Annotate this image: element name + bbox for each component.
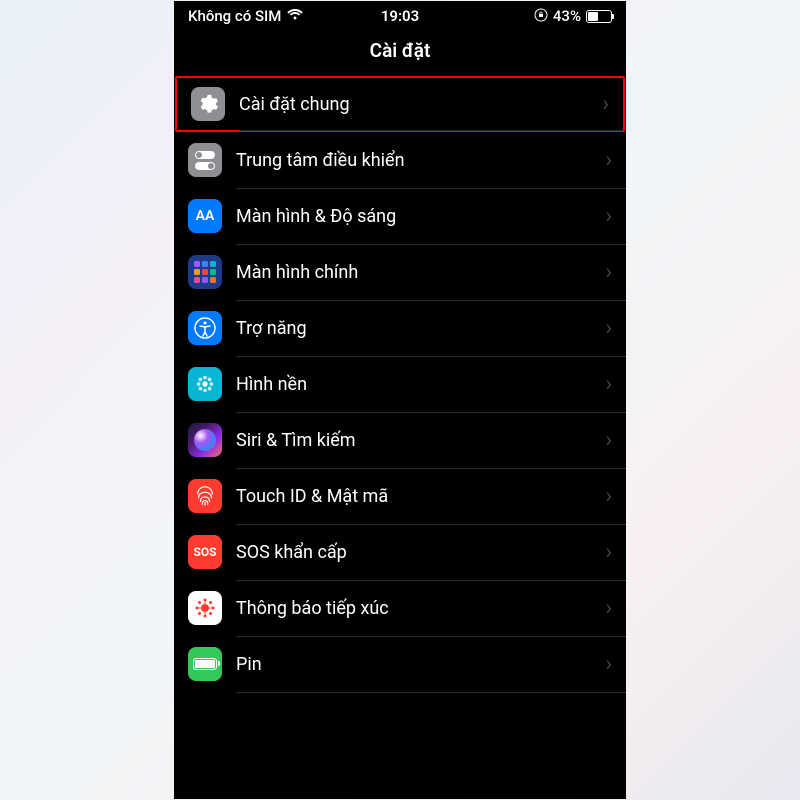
row-label: Màn hình chính: [236, 262, 605, 283]
settings-row-wallpaper[interactable]: Hình nền ›: [174, 356, 626, 412]
chevron-right-icon: ›: [605, 316, 612, 341]
exposure-icon: [188, 591, 222, 625]
row-label: Touch ID & Mật mã: [236, 486, 605, 507]
control-center-icon: [188, 143, 222, 177]
wallpaper-icon: [188, 367, 222, 401]
carrier-text: Không có SIM: [188, 7, 281, 25]
settings-row-display[interactable]: AA Màn hình & Độ sáng ›: [174, 188, 626, 244]
settings-row-home-screen[interactable]: Màn hình chính ›: [174, 244, 626, 300]
chevron-right-icon: ›: [605, 148, 612, 173]
wifi-icon: [287, 7, 303, 25]
phone-screen: Không có SIM 19:03 43% Cài đặt Cài đặt c…: [174, 1, 626, 799]
battery-percentage: 43%: [553, 7, 581, 25]
orientation-lock-icon: [534, 8, 548, 25]
row-label: Pin: [236, 654, 605, 675]
accessibility-icon: [188, 311, 222, 345]
home-screen-icon: [188, 255, 222, 289]
page-title: Cài đặt: [174, 31, 626, 76]
gear-icon: [191, 87, 225, 121]
row-label: Trợ năng: [236, 318, 605, 339]
battery-icon: [586, 10, 612, 23]
chevron-right-icon: ›: [605, 260, 612, 285]
sos-icon: SOS: [188, 535, 222, 569]
touch-id-icon: [188, 479, 222, 513]
status-right: 43%: [534, 7, 612, 25]
row-label: SOS khẩn cấp: [236, 542, 605, 563]
siri-icon: [188, 423, 222, 457]
chevron-right-icon: ›: [605, 484, 612, 509]
chevron-right-icon: ›: [605, 372, 612, 397]
chevron-right-icon: ›: [605, 540, 612, 565]
settings-row-sos[interactable]: SOS SOS khẩn cấp ›: [174, 524, 626, 580]
row-label: Cài đặt chung: [239, 94, 602, 115]
chevron-right-icon: ›: [602, 92, 609, 117]
display-icon: AA: [188, 199, 222, 233]
settings-row-control-center[interactable]: Trung tâm điều khiển ›: [174, 132, 626, 188]
battery-row-icon: [188, 647, 222, 681]
chevron-right-icon: ›: [605, 428, 612, 453]
row-label: Thông báo tiếp xúc: [236, 598, 605, 619]
chevron-right-icon: ›: [605, 204, 612, 229]
chevron-right-icon: ›: [605, 596, 612, 621]
settings-row-siri[interactable]: Siri & Tìm kiếm ›: [174, 412, 626, 468]
row-label: Trung tâm điều khiển: [236, 150, 605, 171]
settings-row-touch-id[interactable]: Touch ID & Mật mã ›: [174, 468, 626, 524]
settings-row-general[interactable]: Cài đặt chung ›: [175, 76, 625, 132]
row-label: Màn hình & Độ sáng: [236, 206, 605, 227]
status-time: 19:03: [381, 7, 419, 25]
settings-list: Cài đặt chung › Trung tâm điều khiển › A…: [174, 76, 626, 692]
status-left: Không có SIM: [188, 7, 303, 25]
row-label: Hình nền: [236, 374, 605, 395]
settings-row-exposure[interactable]: Thông báo tiếp xúc ›: [174, 580, 626, 636]
settings-row-battery[interactable]: Pin ›: [174, 636, 626, 692]
chevron-right-icon: ›: [605, 652, 612, 677]
status-bar: Không có SIM 19:03 43%: [174, 1, 626, 31]
settings-row-accessibility[interactable]: Trợ năng ›: [174, 300, 626, 356]
row-label: Siri & Tìm kiếm: [236, 430, 605, 451]
